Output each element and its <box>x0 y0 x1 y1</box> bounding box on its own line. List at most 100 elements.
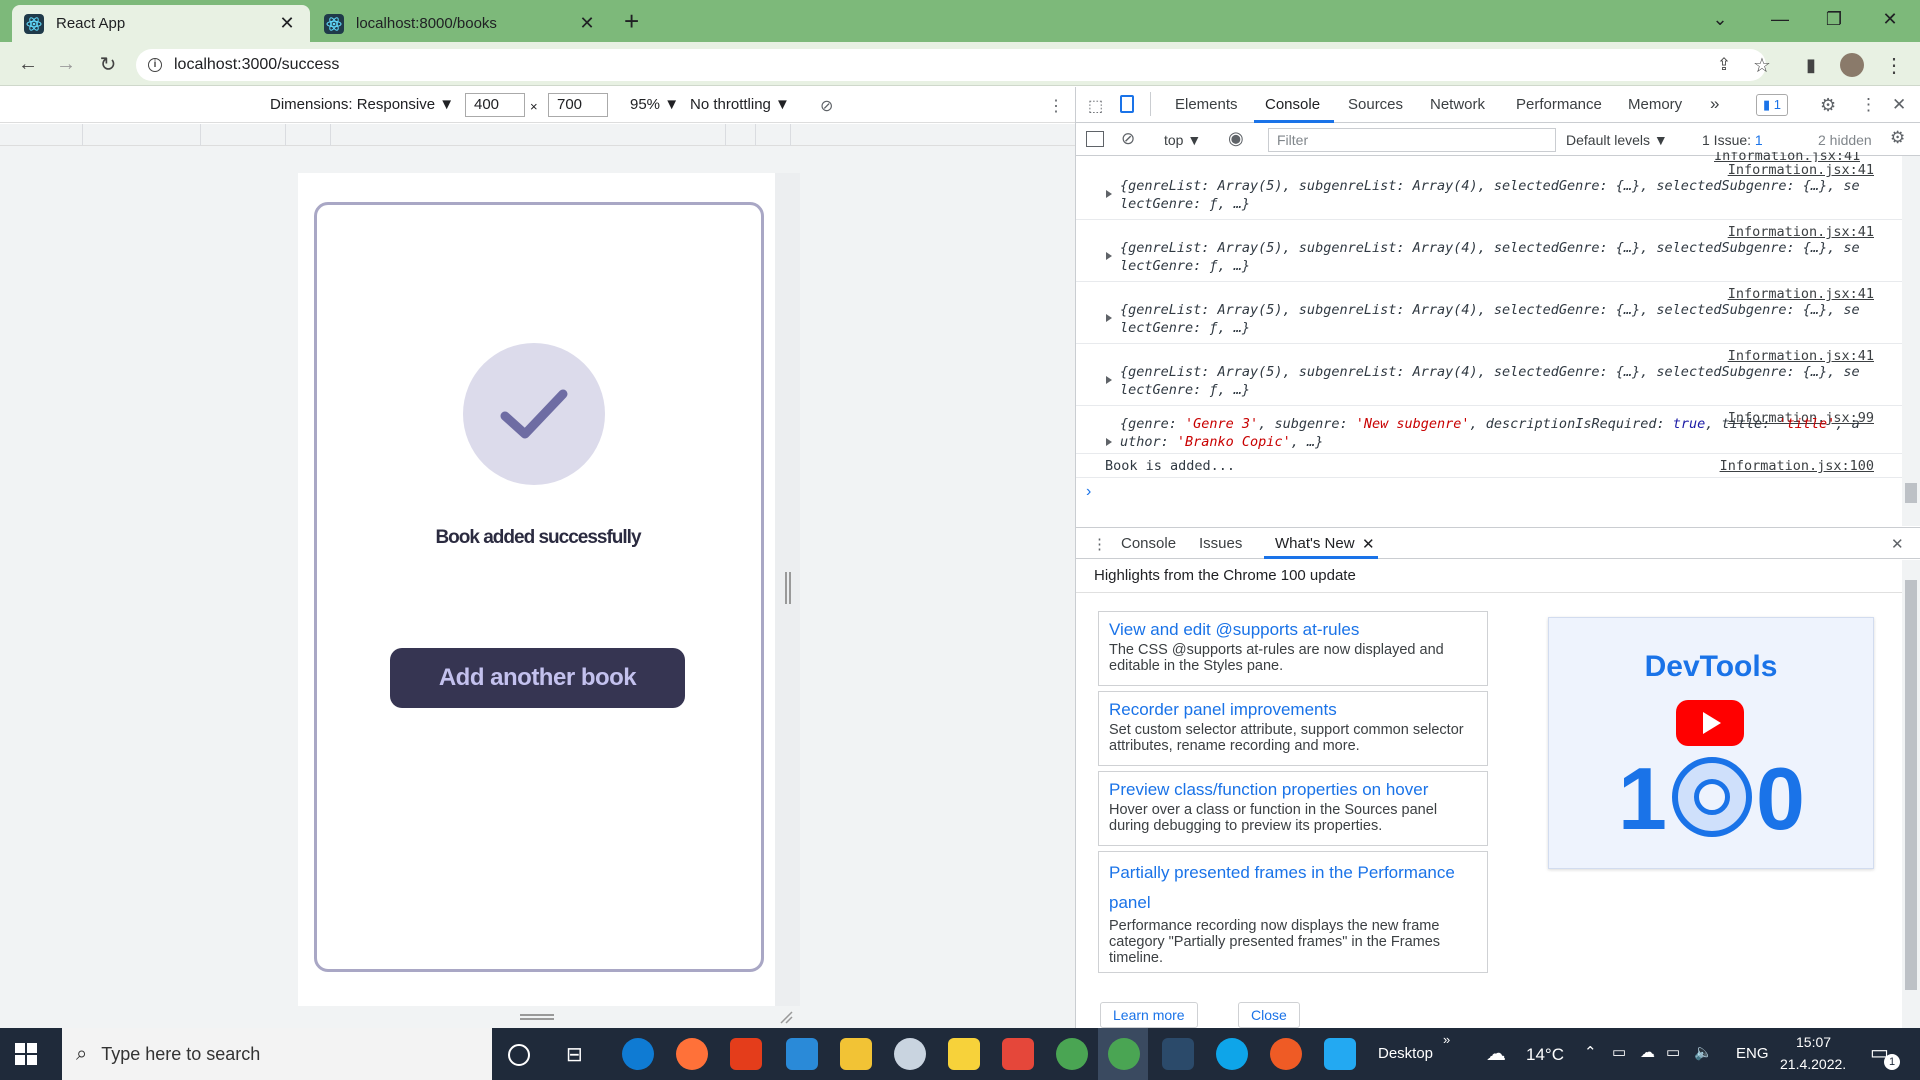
clear-console-icon[interactable]: ⊘ <box>1121 129 1135 149</box>
vscode-icon[interactable] <box>1324 1038 1356 1070</box>
live-expression-eye-icon[interactable]: ◉ <box>1228 128 1244 149</box>
height-input[interactable]: 700 <box>548 93 608 117</box>
volume-icon[interactable]: 🔈 <box>1694 1043 1713 1061</box>
close-tab-icon[interactable]: ✕ <box>276 13 298 34</box>
chrome-icon[interactable] <box>1056 1038 1088 1070</box>
clock-time[interactable]: 15:07 <box>1796 1034 1831 1050</box>
drawer-tab-issues[interactable]: Issues <box>1199 535 1242 552</box>
console-scrollbar[interactable] <box>1902 156 1920 526</box>
task-view-icon[interactable]: ⊟ <box>566 1042 583 1067</box>
dimensions-select[interactable]: Dimensions: Responsive ▼ <box>270 96 454 113</box>
postman-icon[interactable] <box>1270 1038 1302 1070</box>
log-levels-select[interactable]: Default levels ▼ <box>1566 132 1668 148</box>
mail-icon[interactable] <box>786 1038 818 1070</box>
tab-network[interactable]: Network <box>1430 96 1485 113</box>
reload-icon[interactable]: ↻ <box>94 50 122 78</box>
rotate-icon[interactable]: ⊘ <box>820 96 833 116</box>
bookmark-star-icon[interactable]: ☆ <box>1748 51 1776 79</box>
zoom-select[interactable]: 95% ▼ <box>630 96 679 113</box>
tab-react-app[interactable]: React App ✕ <box>12 5 310 42</box>
tab-sources[interactable]: Sources <box>1348 96 1403 113</box>
expand-triangle-icon[interactable] <box>1106 252 1112 260</box>
tab-elements[interactable]: Elements <box>1175 96 1238 113</box>
skype-icon[interactable] <box>1216 1038 1248 1070</box>
onedrive-icon[interactable]: ☁ <box>1640 1043 1655 1061</box>
tray-chevron-icon[interactable]: ⌃ <box>1584 1043 1597 1061</box>
feature-card[interactable]: Preview class/function properties on hov… <box>1098 771 1488 846</box>
tab-search-chevron-icon[interactable]: ⌄ <box>1700 6 1740 32</box>
feature-title-link[interactable]: Recorder panel improvements <box>1109 698 1477 722</box>
close-drawer-icon[interactable]: ✕ <box>1891 535 1904 553</box>
cortana-icon[interactable] <box>508 1044 530 1066</box>
add-another-book-button[interactable]: Add another book <box>390 648 685 708</box>
tab-books[interactable]: localhost:8000/books ✕ <box>312 5 610 42</box>
weather-cloud-icon[interactable]: ☁ <box>1486 1041 1506 1066</box>
console-settings-gear-icon[interactable]: ⚙ <box>1890 128 1905 148</box>
width-input[interactable]: 400 <box>465 93 525 117</box>
feature-title-link[interactable]: Partially presented frames in the Perfor… <box>1109 858 1477 918</box>
learn-more-button[interactable]: Learn more <box>1100 1002 1198 1028</box>
clock-date[interactable]: 21.4.2022. <box>1780 1056 1846 1072</box>
context-select[interactable]: top ▼ <box>1164 132 1201 148</box>
tray-device-icon[interactable]: ▭ <box>1612 1043 1626 1061</box>
office-icon[interactable] <box>730 1038 762 1070</box>
log-source-link[interactable]: Information.jsx:41 <box>1728 348 1874 364</box>
media-query-ruler[interactable] <box>0 124 1075 146</box>
youtube-play-icon[interactable] <box>1676 700 1744 746</box>
close-devtools-icon[interactable]: ✕ <box>1892 95 1906 115</box>
close-button[interactable]: Close <box>1238 1002 1300 1028</box>
language-indicator[interactable]: ENG <box>1736 1045 1769 1062</box>
issues-badge[interactable]: ▮ 1 <box>1756 94 1788 116</box>
feature-card[interactable]: Recorder panel improvements Set custom s… <box>1098 691 1488 766</box>
battery-icon[interactable]: ▭ <box>1666 1043 1680 1061</box>
drawer-menu-icon[interactable]: ⋮ <box>1092 535 1107 553</box>
desktop-expand-chevron[interactable]: » <box>1443 1032 1450 1047</box>
tab-memory[interactable]: Memory <box>1628 96 1682 113</box>
resize-corner-icon[interactable] <box>779 1010 793 1024</box>
resize-handle-right[interactable] <box>785 572 791 604</box>
minimize-icon[interactable]: — <box>1760 6 1800 32</box>
drawer-tab-whats-new[interactable]: What's New <box>1275 535 1355 552</box>
more-tabs-icon[interactable]: » <box>1710 94 1719 114</box>
expand-triangle-icon[interactable] <box>1106 314 1112 322</box>
sidebar-toggle-icon[interactable] <box>1086 131 1104 147</box>
windows-start-icon[interactable] <box>14 1042 38 1066</box>
console-filter-input[interactable]: Filter <box>1268 128 1556 152</box>
device-more-icon[interactable]: ⋮ <box>1048 96 1064 116</box>
feature-title-link[interactable]: View and edit @supports at-rules <box>1109 618 1477 642</box>
console-log-entry[interactable]: Information.jsx:41 {genreList: Array(5),… <box>1076 344 1902 406</box>
inspect-element-icon[interactable]: ⬚ <box>1088 96 1103 116</box>
console-scroll-thumb[interactable] <box>1905 483 1917 503</box>
site-info-icon[interactable]: i <box>148 58 162 72</box>
console-log-entry[interactable]: Information.jsx:41 {genreList: Array(5),… <box>1076 158 1902 220</box>
feature-card[interactable]: View and edit @supports at-rules The CSS… <box>1098 611 1488 686</box>
temperature[interactable]: 14°C <box>1526 1045 1564 1065</box>
expand-triangle-icon[interactable] <box>1106 376 1112 384</box>
close-drawer-tab-icon[interactable]: ✕ <box>1362 535 1375 553</box>
close-tab-icon[interactable]: ✕ <box>576 13 598 34</box>
log-source-link[interactable]: Information.jsx:41 <box>1728 224 1874 240</box>
console-prompt[interactable]: › <box>1086 483 1091 501</box>
log-source-link[interactable]: Information.jsx:41 <box>1728 286 1874 302</box>
feature-title-link[interactable]: Preview class/function properties on hov… <box>1109 778 1477 802</box>
drawer-scroll-thumb[interactable] <box>1905 580 1917 990</box>
app-icon[interactable] <box>1162 1038 1194 1070</box>
throttling-select[interactable]: No throttling ▼ <box>690 96 790 113</box>
settings-gear-icon[interactable]: ⚙ <box>1820 95 1836 116</box>
console-log-entry[interactable]: Information.jsx:41 {genreList: Array(5),… <box>1076 220 1902 282</box>
kebab-menu-icon[interactable]: ⋮ <box>1880 51 1908 79</box>
sticky-notes-icon[interactable] <box>948 1038 980 1070</box>
back-icon[interactable]: ← <box>14 50 42 78</box>
desktop-toolbar[interactable]: Desktop <box>1378 1045 1433 1062</box>
share-icon[interactable]: ⇪ <box>1710 51 1738 79</box>
log-source-link[interactable]: Information.jsx:100 <box>1720 458 1874 474</box>
maximize-icon[interactable]: ❐ <box>1814 6 1854 32</box>
forward-icon[interactable]: → <box>52 50 80 78</box>
console-log-entry[interactable]: Information.jsx:41 {genreList: Array(5),… <box>1076 282 1902 344</box>
console-log-entry[interactable]: Information.jsx:100 Book is added... <box>1076 454 1902 478</box>
expand-triangle-icon[interactable] <box>1106 190 1112 198</box>
drawer-tab-console[interactable]: Console <box>1121 535 1176 552</box>
feature-card[interactable]: Partially presented frames in the Perfor… <box>1098 851 1488 973</box>
resize-handle-bottom[interactable] <box>520 1014 554 1020</box>
devtools-menu-icon[interactable]: ⋮ <box>1860 95 1877 115</box>
